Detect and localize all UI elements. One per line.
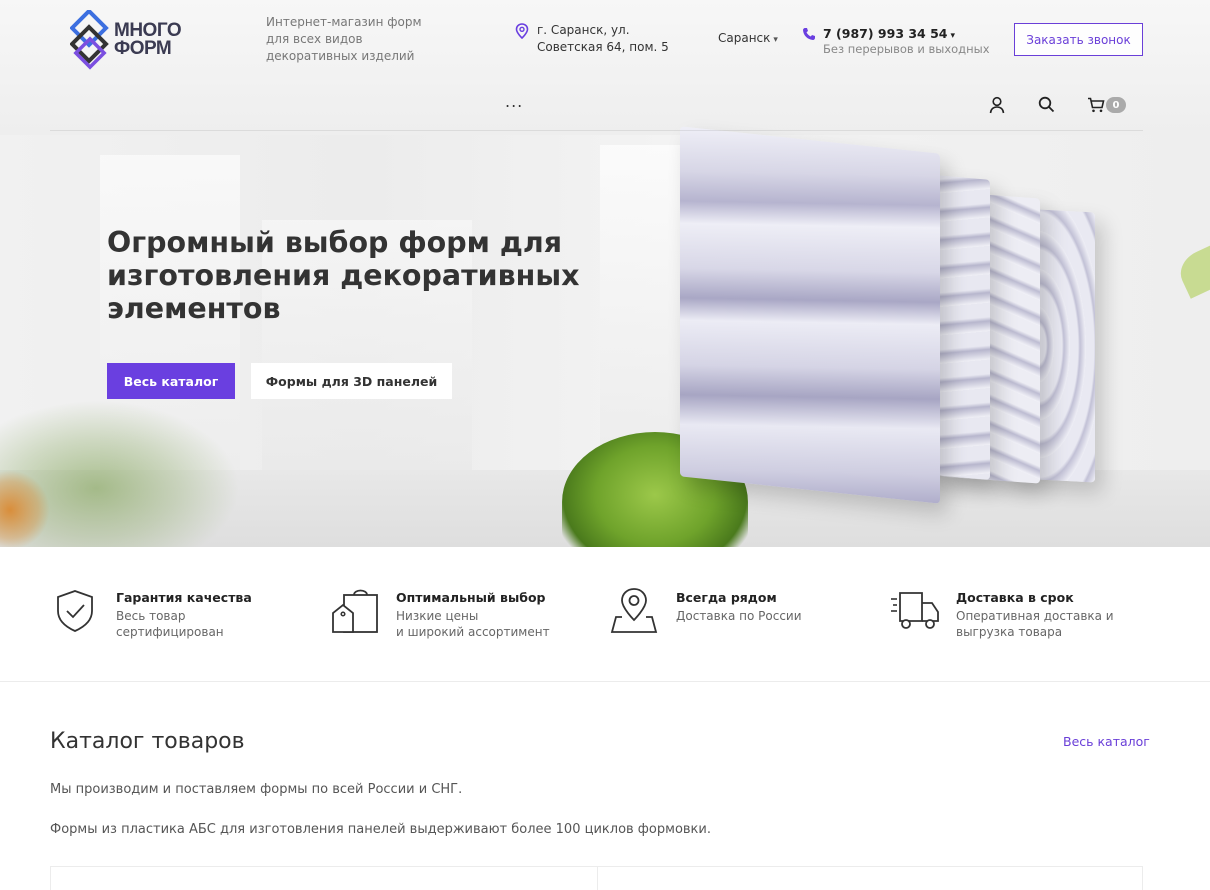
feature-title: Оптимальный выбор (396, 590, 546, 605)
feature-desc: Доставка по России (676, 608, 856, 624)
user-icon[interactable] (989, 96, 1005, 114)
phone-icon (803, 28, 815, 40)
shield-check-icon (57, 590, 93, 632)
3d-panel-forms-button[interactable]: Формы для 3D панелей (251, 363, 452, 399)
all-catalog-button[interactable]: Весь каталог (107, 363, 235, 399)
city-label: Саранск (718, 31, 771, 45)
location-pin-icon (515, 23, 529, 39)
delivery-truck-icon (891, 592, 939, 629)
feature-title: Всегда рядом (676, 590, 777, 605)
logo-text: МНОГО ФОРМ (114, 21, 182, 59)
feature-title: Доставка в срок (956, 590, 1074, 605)
more-menu-icon[interactable]: ... (505, 92, 523, 111)
cart-count-badge[interactable]: 0 (1106, 97, 1126, 113)
feature-desc: Весь товар сертифицирован (116, 608, 296, 640)
features-strip: Гарантия качества Весь товар сертифициро… (0, 547, 1210, 682)
address-line1: г. Саранск, ул. (537, 23, 630, 37)
feature-desc-line: выгрузка товара (956, 625, 1063, 639)
catalog-cards (50, 866, 1143, 890)
request-callback-button[interactable]: Заказать звонок (1014, 23, 1143, 56)
shopping-bags-icon (332, 589, 378, 633)
map-pin-icon (610, 588, 658, 633)
site-header: МНОГО ФОРМ Интернет-магазин форм для все… (0, 0, 1210, 131)
hero-title: Огромный выбор форм для изготовления дек… (107, 226, 580, 325)
3d-panels-image (670, 126, 1110, 504)
chevron-down-icon: ▾ (773, 35, 778, 45)
city-selector[interactable]: Саранск ▾ (718, 31, 778, 45)
phone-hours: Без перерывов и выходных (823, 42, 990, 56)
phone-number[interactable]: 7 (987) 993 34 54 ▾ (823, 26, 955, 41)
all-catalog-link[interactable]: Весь каталог (1063, 734, 1150, 749)
logo-line2: ФОРМ (114, 38, 172, 59)
feature-desc-line: Низкие цены (396, 609, 479, 623)
feature-desc: Оперативная доставка и выгрузка товара (956, 608, 1136, 640)
card-divider (597, 867, 598, 890)
address-line2: Советская 64, пом. 5 (537, 40, 669, 54)
store-address: г. Саранск, ул. Советская 64, пом. 5 (515, 22, 675, 56)
feature-desc-line: Оперативная доставка и (956, 609, 1114, 623)
feature-desc: Низкие цены и широкий ассортимент (396, 608, 576, 640)
feature-desc-text: Доставка по России (676, 609, 802, 623)
site-tagline: Интернет-магазин форм для всех видов дек… (266, 15, 422, 63)
feature-title: Гарантия качества (116, 590, 252, 605)
leaf-image (1173, 241, 1210, 299)
logo[interactable]: МНОГО ФОРМ (70, 10, 195, 70)
cart-icon[interactable] (1087, 97, 1105, 113)
chevron-down-icon: ▾ (950, 31, 956, 41)
header-divider (50, 130, 1143, 131)
logo-mark-icon (70, 10, 109, 70)
feature-desc-line: и широкий ассортимент (396, 625, 550, 639)
panel-image (680, 126, 940, 504)
catalog-title: Каталог товаров (50, 729, 245, 754)
feature-desc-text: Весь товар сертифицирован (116, 609, 224, 639)
phone-number-text: 7 (987) 993 34 54 (823, 26, 948, 41)
catalog-description: Мы производим и поставляем формы по всей… (50, 782, 463, 797)
search-icon[interactable] (1038, 96, 1055, 113)
catalog-description: Формы из пластика АБС для изготовления п… (50, 822, 711, 837)
